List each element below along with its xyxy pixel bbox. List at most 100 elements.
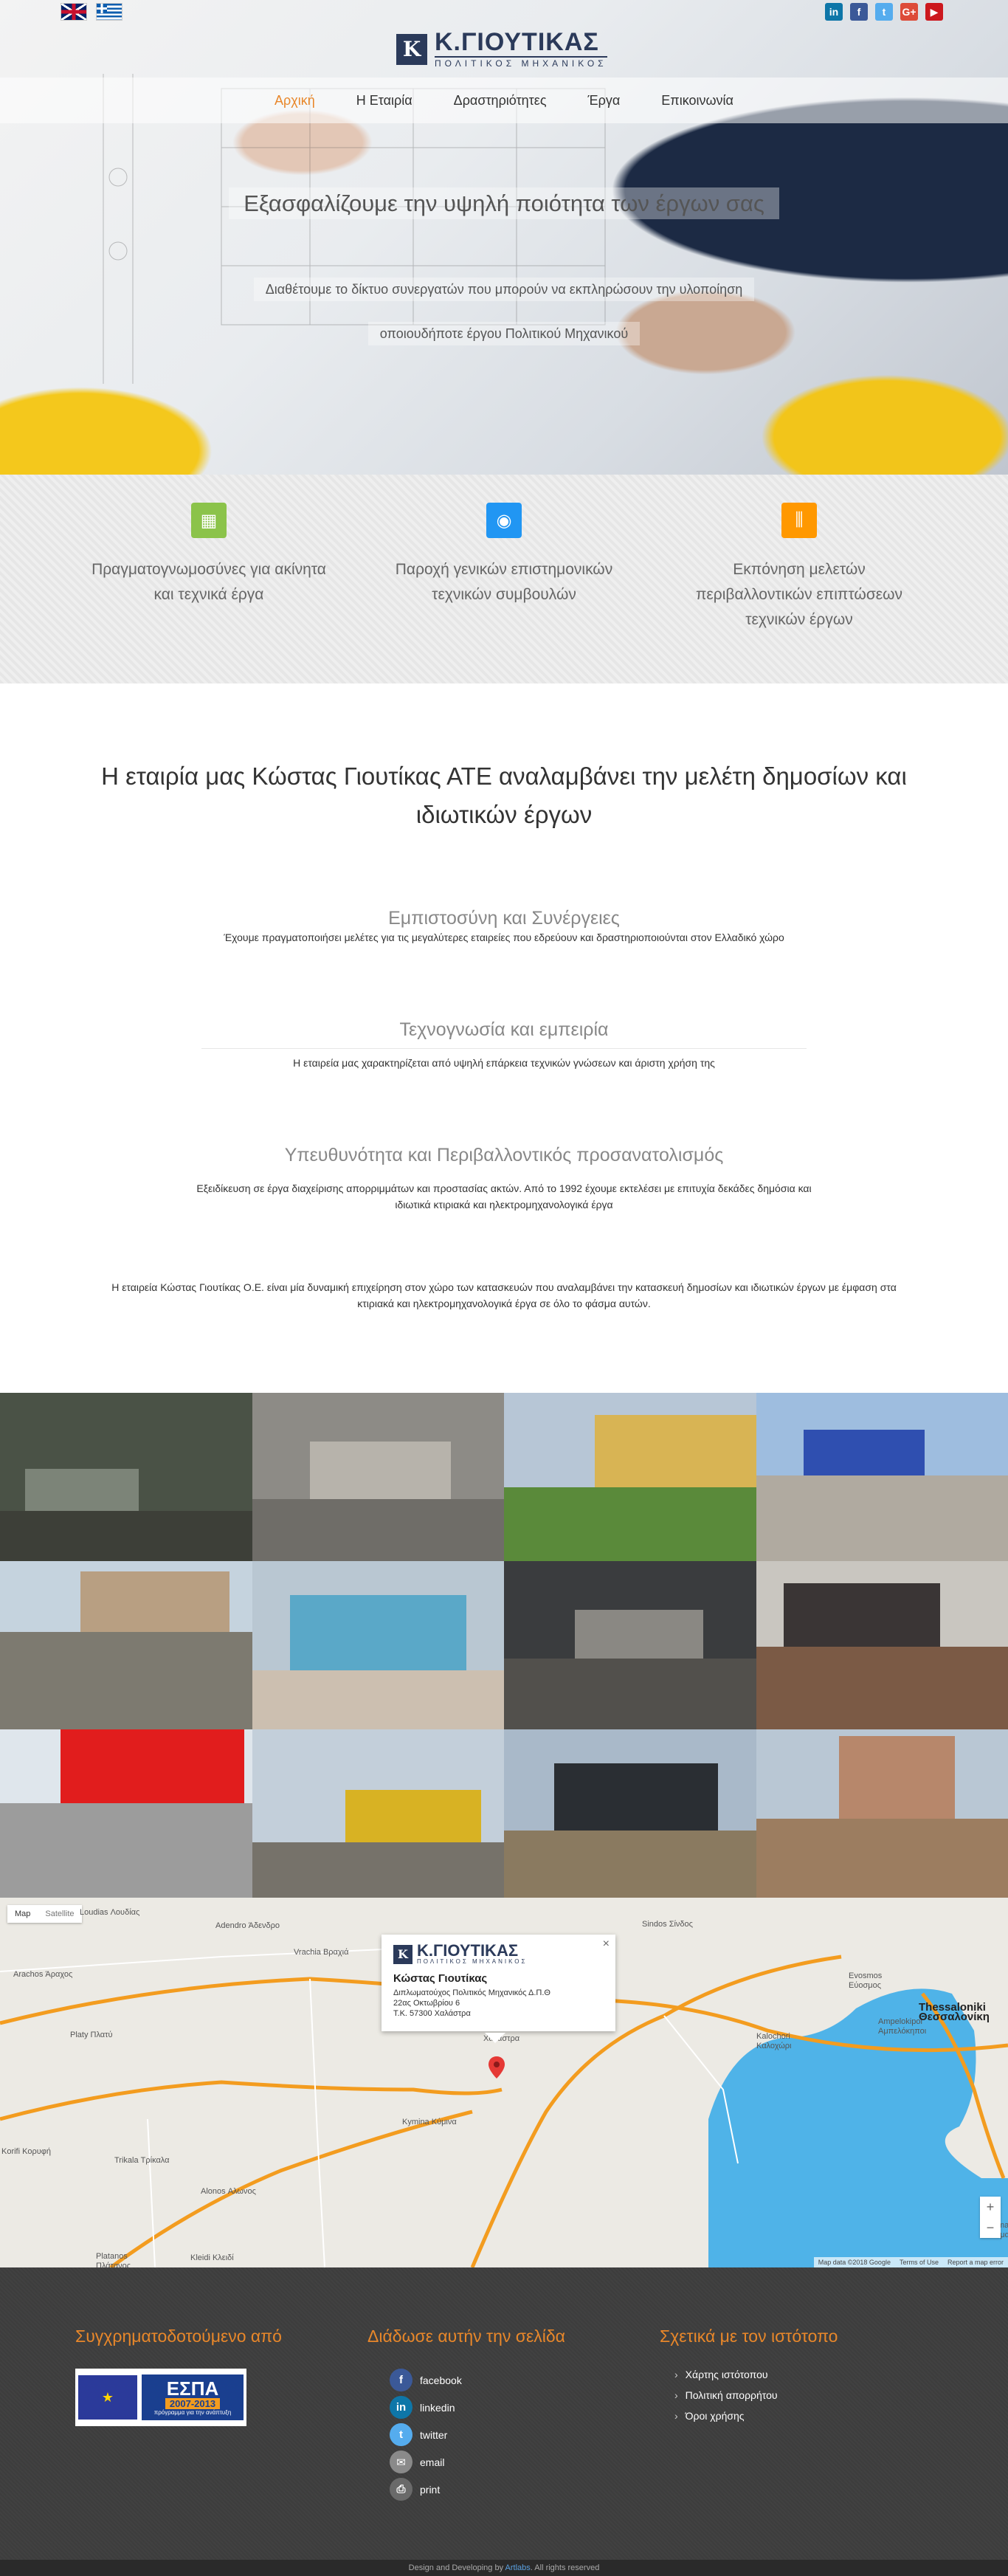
gallery-photo[interactable] — [252, 1561, 505, 1729]
terms-link[interactable]: Terms of Use — [900, 2259, 939, 2266]
gallery-photo[interactable] — [756, 1561, 1008, 1729]
site-footer: Συγχρηματοδοτούμενο από ★ ΕΣΠΑ 2007-2013… — [0, 2267, 1008, 2576]
map-place-label: Arachos Άραχος — [13, 1970, 72, 1980]
photo-building — [290, 1595, 466, 1671]
location-map[interactable]: Map Satellite Loudias ΛουδίαςAdendro Άδε… — [0, 1898, 1008, 2267]
logo-name: Κ.ΓΙΟΥΤΙΚΑΣ — [435, 30, 607, 55]
photo-ground — [252, 1499, 505, 1561]
about-link[interactable]: Πολιτική απορρήτου — [674, 2389, 952, 2401]
company-description: Η εταιρεία Κώστας Γιουτίκας Ο.Ε. είναι μ… — [106, 1279, 902, 1393]
photo-building — [25, 1469, 139, 1511]
divider — [201, 1048, 807, 1049]
about-link[interactable]: Όροι χρήσης — [674, 2410, 952, 2422]
facebook-icon[interactable]: f — [850, 3, 868, 21]
espa-banner[interactable]: ★ ΕΣΠΑ 2007-2013 πρόγραμμα για την ανάπτ… — [75, 2369, 246, 2426]
hero-section: K Κ.ΓΙΟΥΤΙΚΑΣ ΠΟΛΙΤΙΚΟΣ ΜΗΧΑΝΙΚΟΣ inft G+… — [0, 0, 1008, 475]
gallery-photo[interactable] — [504, 1729, 756, 1898]
map-place-label: Vrachia Βραχιά — [294, 1948, 348, 1957]
share-facebook[interactable]: ffacebook — [390, 2369, 660, 2391]
map-place-label: Platy Πλατύ — [70, 2031, 113, 2040]
map-type-map[interactable]: Map — [7, 1905, 38, 1923]
zoom-out-button[interactable]: − — [980, 2217, 1001, 2238]
about-title: Σχετικά με τον ιστότοπο — [660, 2327, 952, 2346]
linkedin-icon: in — [390, 2396, 412, 2419]
share-label: print — [420, 2484, 440, 2496]
gallery-photo[interactable] — [756, 1729, 1008, 1898]
knowhow-block: Τεχνογνωσία και εμπειρία Η εταιρεία μας … — [0, 1019, 1008, 1071]
map-place-label: Adendro Άδενδρο — [215, 1921, 280, 1931]
map-place-label: Sindos Σίνδος — [642, 1920, 693, 1929]
about-list: Χάρτης ιστότοπου Πολιτική απορρήτου Όροι χ… — [660, 2369, 952, 2422]
map-place-label: Trikala Τρίκαλα — [114, 2156, 170, 2166]
share-title: Διάδωσε αυτήν την σελίδα — [367, 2327, 660, 2346]
share-list: ffacebook in linkedin ttwitter ✉email ⎙print — [367, 2369, 660, 2501]
gallery-photo[interactable] — [252, 1393, 505, 1561]
english-flag-icon[interactable] — [61, 3, 87, 21]
share-twitter[interactable]: ttwitter — [390, 2423, 660, 2446]
nav-item-3[interactable]: Έργα — [567, 93, 641, 109]
report-error-link[interactable]: Report a map error — [947, 2259, 1004, 2266]
share-print[interactable]: ⎙print — [390, 2478, 660, 2501]
nav-item-0[interactable]: Αρχική — [254, 93, 336, 109]
photo-ground — [0, 1803, 252, 1898]
info-title: Κώστας Γιουτίκας — [393, 1972, 604, 1985]
googleplus-icon[interactable]: G+ — [900, 3, 918, 21]
info-logo-subtitle: ΠΟΛΙΤΙΚΟΣ ΜΗΧΑΝΙΚΟΣ — [417, 1958, 527, 1965]
project-gallery — [0, 1393, 1008, 1898]
block-text: Εξειδίκευση σε έργα διαχείρισης απορριμμ… — [194, 1180, 814, 1213]
gallery-photo[interactable] — [756, 1393, 1008, 1561]
about-link[interactable]: Χάρτης ιστότοπου — [674, 2369, 952, 2380]
gallery-photo[interactable] — [252, 1729, 505, 1898]
photo-building — [804, 1430, 925, 1475]
map-place-label: Korifi Κορυφή — [1, 2147, 51, 2157]
map-type-satellite[interactable]: Satellite — [38, 1905, 81, 1923]
nav-item-2[interactable]: Δραστηριότητες — [433, 93, 567, 109]
map-info-window: × K Κ.ΓΙΟΥΤΙΚΑΣ ΠΟΛΙΤΙΚΟΣ ΜΗΧΑΝΙΚΟΣ Κώστ… — [382, 1935, 615, 2031]
gallery-photo[interactable] — [504, 1393, 756, 1561]
developer-link[interactable]: Artlabs — [505, 2563, 531, 2572]
feature-text: Εκπόνηση μελετών περιβαλλοντικών επιπτώσ… — [652, 557, 947, 633]
zoom-in-button[interactable]: + — [980, 2197, 1001, 2217]
facebook-icon: f — [390, 2369, 412, 2391]
gallery-photo[interactable] — [0, 1393, 252, 1561]
greek-flag-icon[interactable] — [96, 3, 122, 21]
youtube-icon[interactable]: ▶ — [925, 3, 943, 21]
photo-building — [575, 1610, 703, 1659]
email-icon: ✉ — [390, 2451, 412, 2473]
block-title: Υπευθυνότητα και Περιβαλλοντικός προσανα… — [0, 1145, 1008, 1166]
espa-name: ΕΣΠΑ — [167, 2379, 219, 2398]
info-logo: K Κ.ΓΙΟΥΤΙΚΑΣ ΠΟΛΙΤΙΚΟΣ ΜΗΧΑΝΙΚΟΣ — [393, 1943, 604, 1965]
linkedin-icon[interactable]: in — [825, 3, 843, 21]
nav-item-4[interactable]: Επικοινωνία — [641, 93, 754, 109]
close-icon[interactable]: × — [603, 1938, 610, 1951]
photo-ground — [504, 1659, 756, 1729]
feature-card: ◉Παροχή γενικών επιστημονικών τεχνικών σ… — [356, 503, 652, 683]
photo-building — [554, 1763, 718, 1831]
photo-building — [595, 1415, 756, 1487]
map-place-label: Kalochori Καλοχώρι — [756, 2032, 823, 2051]
photo-building — [784, 1583, 940, 1647]
photo-ground — [756, 1819, 1008, 1898]
map-place-label: Platanos Πλάτανος — [96, 2252, 162, 2267]
gallery-photo[interactable] — [0, 1729, 252, 1898]
feature-text: Παροχή γενικών επιστημονικών τεχνικών συ… — [356, 557, 652, 607]
site-logo[interactable]: K Κ.ΓΙΟΥΤΙΚΑΣ ΠΟΛΙΤΙΚΟΣ ΜΗΧΑΝΙΚΟΣ — [396, 30, 607, 69]
gallery-photo[interactable] — [0, 1561, 252, 1729]
chalkboard-icon: ▦ — [191, 503, 227, 538]
share-column: Διάδωσε αυτήν την σελίδα ffacebook inlink… — [367, 2327, 660, 2505]
photo-building — [310, 1442, 451, 1499]
location-pin-icon[interactable] — [489, 2056, 505, 2079]
intro-section: Η εταιρία μας Κώστας Γιουτίκας ΑΤΕ αναλα… — [0, 683, 1008, 1393]
share-email[interactable]: ✉email — [390, 2451, 660, 2473]
twitter-icon[interactable]: t — [875, 3, 893, 21]
share-label: linkedin — [420, 2402, 455, 2414]
feature-text: Πραγματογνωμοσύνες για ακίνητα και τεχνι… — [61, 557, 356, 607]
block-title: Εμπιστοσύνη και Συνέργειες — [0, 908, 1008, 929]
map-place-label: Evosmos Εύοσμος — [849, 1971, 915, 1991]
gallery-photo[interactable] — [504, 1561, 756, 1729]
about-column: Σχετικά με τον ιστότοπο Χάρτης ιστότοπου… — [660, 2327, 952, 2505]
nav-item-1[interactable]: Η Εταιρία — [336, 93, 433, 109]
map-place-label: Kymina Κύμινα — [402, 2118, 457, 2127]
share-linkedin[interactable]: in linkedin — [390, 2396, 660, 2419]
photo-ground — [0, 1511, 252, 1561]
